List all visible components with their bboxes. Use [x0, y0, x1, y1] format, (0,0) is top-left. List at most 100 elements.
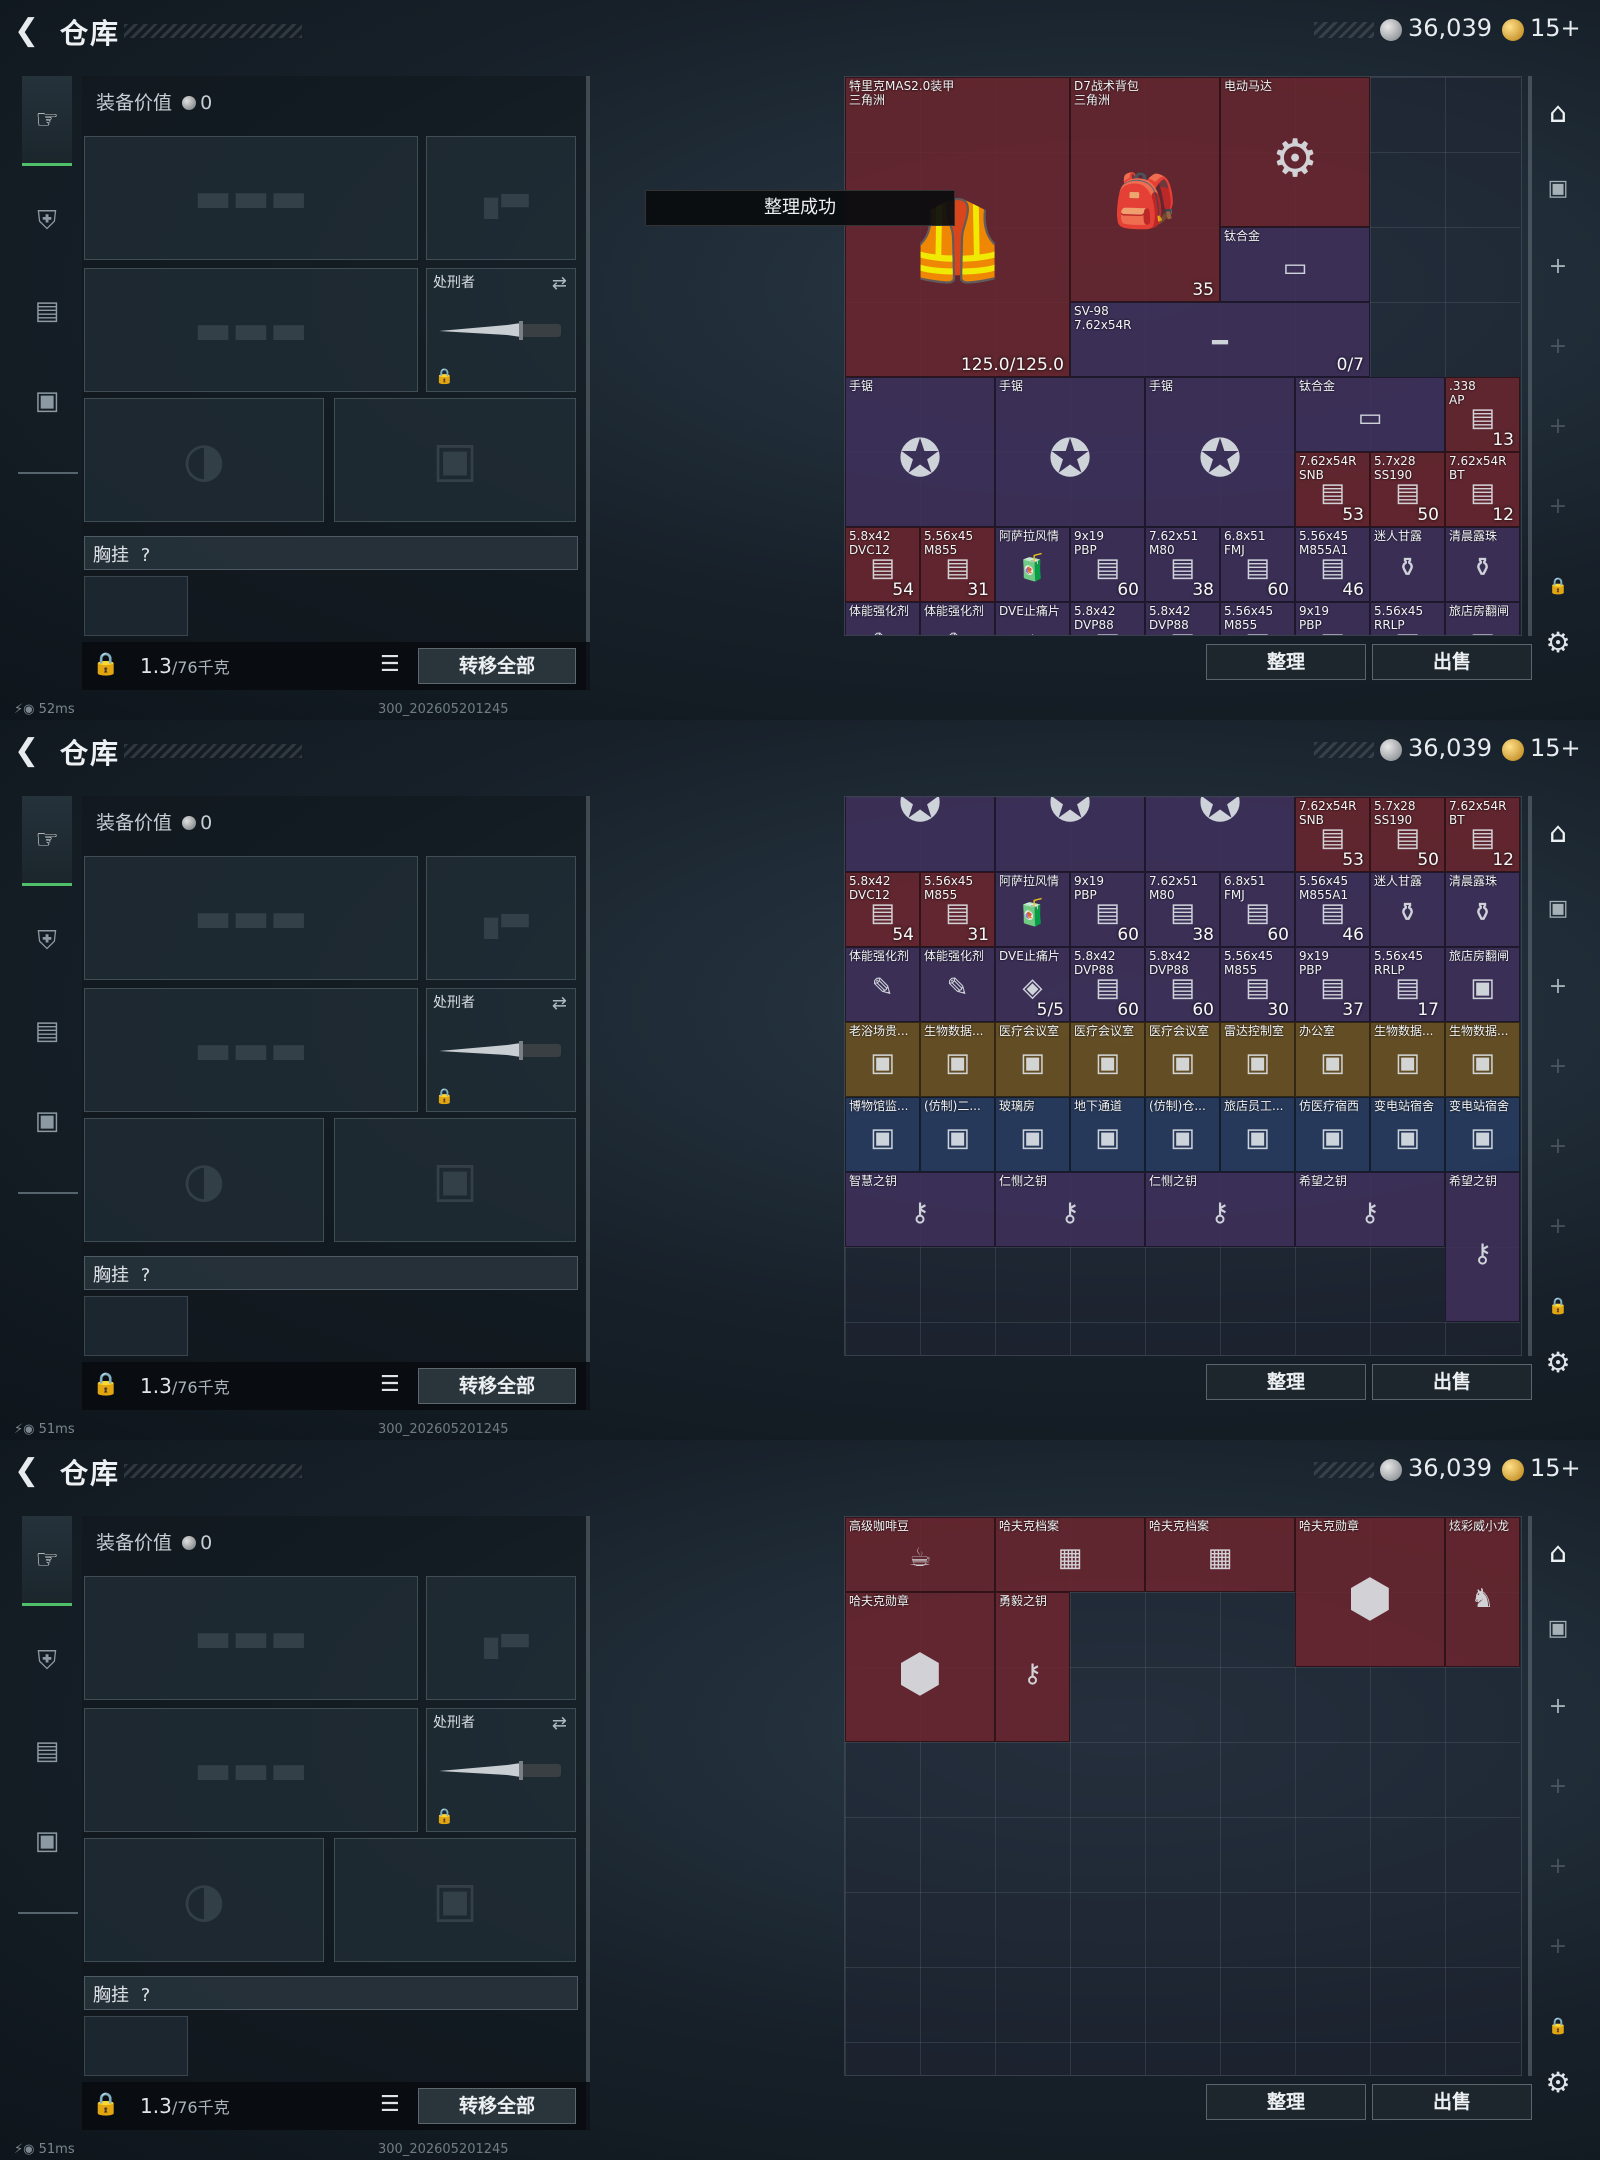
gold-currency-value[interactable]: 15+ — [1530, 1454, 1581, 1482]
inventory-item[interactable]: ✪ 手锯 — [845, 377, 995, 527]
pistol-slot[interactable]: ▗▬ — [426, 136, 576, 260]
inventory-item[interactable]: ⚙ 电动马达 — [1220, 77, 1370, 227]
transfer-all-button[interactable]: 转移全部 — [418, 648, 576, 684]
inventory-item[interactable]: ▤9x19 PBP — [1295, 602, 1370, 635]
gold-currency-value[interactable]: 15+ — [1530, 734, 1581, 762]
storage-tab-iv-icon[interactable]: ▣ — [1538, 896, 1578, 921]
inventory-item[interactable]: ▣ (仿制)仓... — [1145, 1097, 1220, 1172]
inventory-item[interactable]: ▤ 6.8x51 FMJ 60 — [1220, 872, 1295, 947]
helmet-slot[interactable]: ◑ — [84, 398, 324, 522]
primary-weapon-slot[interactable]: ▬▬▬ — [84, 1576, 418, 1700]
chest-rig-item-slot[interactable] — [84, 1296, 188, 1356]
swap-icon[interactable]: ⇄ — [552, 993, 567, 1014]
primary-weapon-slot[interactable]: ▬▬▬ — [84, 856, 418, 980]
inventory-item[interactable]: ⬢ 哈夫克勋章 — [845, 1592, 995, 1742]
help-icon[interactable]: ? — [141, 1265, 151, 1286]
nav-armor-icon[interactable]: ⛨ — [22, 896, 72, 986]
list-icon[interactable]: ☰ — [380, 1372, 400, 1397]
inventory-item[interactable]: ⚷ 仁恻之钥 — [1145, 1172, 1295, 1247]
inventory-item[interactable]: ▤ 7.62x54R BT 12 — [1445, 797, 1520, 872]
gold-currency-value[interactable]: 15+ — [1530, 14, 1581, 42]
nav-case-icon[interactable]: ▣ — [22, 1796, 72, 1886]
inventory-item[interactable]: ▤ 7.62x51 M80 38 — [1145, 872, 1220, 947]
inventory-item[interactable]: ▣ 老浴场贵... — [845, 1022, 920, 1097]
inventory-item[interactable]: ▦ 哈夫克档案 — [995, 1517, 1145, 1592]
settings-gear-icon[interactable]: ⚙ — [1538, 626, 1578, 659]
inventory-item[interactable]: ▦ 哈夫克档案 — [1145, 1517, 1295, 1592]
inventory-item[interactable]: ▣ 旅店房翻闸 — [1445, 947, 1520, 1022]
inventory-item[interactable]: ▤5.56x45 M855 — [1220, 602, 1295, 635]
swap-icon[interactable]: ⇄ — [552, 273, 567, 294]
chest-rig-item-slot[interactable] — [84, 576, 188, 636]
inventory-scrollbar[interactable] — [1528, 76, 1532, 636]
sort-button[interactable]: 整理 — [1206, 2084, 1366, 2120]
inventory-item[interactable]: ▣ 变电站宿舍 — [1370, 1097, 1445, 1172]
inventory-item[interactable]: ▤ 7.62x51 M80 38 — [1145, 527, 1220, 602]
sort-button[interactable]: 整理 — [1206, 644, 1366, 680]
nav-armor-icon[interactable]: ⛨ — [22, 1616, 72, 1706]
helmet-slot[interactable]: ◑ — [84, 1118, 324, 1242]
add-storage-icon[interactable]: + — [1538, 334, 1578, 359]
inventory-item[interactable]: ⚷ 仁恻之钥 — [995, 1172, 1145, 1247]
inventory-item[interactable]: ▤ 6.8x51 FMJ 60 — [1220, 527, 1295, 602]
inventory-item[interactable]: 🧃 阿萨拉风情 — [995, 872, 1070, 947]
chest-rig-slot[interactable]: 胸挂 ? — [84, 536, 578, 570]
inventory-item[interactable]: ▣ 医疗会议室 — [1145, 1022, 1220, 1097]
helmet-slot[interactable]: ◑ — [84, 1838, 324, 1962]
pistol-slot[interactable]: ▗▬ — [426, 1576, 576, 1700]
chest-rig-slot[interactable]: 胸挂 ? — [84, 1976, 578, 2010]
inventory-item[interactable]: ✪ — [995, 797, 1145, 872]
back-arrow-icon[interactable]: ❮ — [14, 14, 48, 48]
inventory-item[interactable]: ▤ 7.62x54R BT 12 — [1445, 452, 1520, 527]
inventory-item[interactable]: ⬢ 哈夫克勋章 — [1295, 1517, 1445, 1667]
storage-tab-home-icon[interactable]: ⌂ — [1538, 816, 1578, 849]
swap-icon[interactable]: ⇄ — [552, 1713, 567, 1734]
inventory-item[interactable]: ▣ 医疗会议室 — [995, 1022, 1070, 1097]
inventory-item[interactable]: ⚷ 希望之钥 — [1445, 1172, 1520, 1322]
inventory-item[interactable]: ▣ 玻璃房 — [995, 1097, 1070, 1172]
inventory-item[interactable]: ⚱ 清晨露珠 — [1445, 872, 1520, 947]
lock-icon[interactable]: 🔒 — [1538, 2016, 1578, 2035]
inventory-item[interactable]: ━ SV-98 7.62x54R 0/7 — [1070, 302, 1370, 377]
primary-weapon-slot[interactable]: ▬▬▬ — [84, 136, 418, 260]
secondary-weapon-slot[interactable]: ▬▬▬ — [84, 988, 418, 1112]
help-icon[interactable]: ? — [141, 545, 151, 566]
lock-icon[interactable]: 🔒 — [92, 652, 119, 677]
storage-tab-home-icon[interactable]: ⌂ — [1538, 1536, 1578, 1569]
add-storage-icon[interactable]: + — [1538, 494, 1578, 519]
add-storage-icon[interactable]: + — [1538, 1214, 1578, 1239]
inventory-item[interactable]: ☕ 高级咖啡豆 — [845, 1517, 995, 1592]
inventory-item[interactable]: ▤ 5.8x42 DVC12 54 — [845, 527, 920, 602]
transfer-all-button[interactable]: 转移全部 — [418, 1368, 576, 1404]
inventory-item[interactable]: ⚷ 勇毅之钥 — [995, 1592, 1070, 1742]
inventory-item[interactable]: ▤ 5.56x45 RRLP 17 — [1370, 947, 1445, 1022]
inventory-item[interactable]: ✪ — [1145, 797, 1295, 872]
lock-icon[interactable]: 🔒 — [92, 2092, 119, 2117]
inventory-item[interactable]: ▣ 地下通道 — [1070, 1097, 1145, 1172]
storage-tab-iv-icon[interactable]: ▣ — [1538, 176, 1578, 201]
add-storage-icon[interactable]: + — [1538, 1134, 1578, 1159]
inventory-item[interactable]: ⚱ 清晨露珠 — [1445, 527, 1520, 602]
inventory-item[interactable]: ▤ 9x19 PBP 37 — [1295, 947, 1370, 1022]
inventory-item[interactable]: ⚷ 希望之钥 — [1295, 1172, 1445, 1247]
sell-button[interactable]: 出售 — [1372, 1364, 1532, 1400]
nav-weapons-icon[interactable]: ☞ — [22, 76, 72, 166]
inventory-item[interactable]: ▭ 钛合金 — [1220, 227, 1370, 302]
inventory-item[interactable]: ▤ 7.62x54R SNB 53 — [1295, 797, 1370, 872]
inventory-item[interactable]: ▤ .338 AP 13 — [1445, 377, 1520, 452]
inventory-item[interactable]: ▣ 变电站宿舍 — [1445, 1097, 1520, 1172]
inventory-item[interactable]: ▣ 医疗会议室 — [1070, 1022, 1145, 1097]
melee-slot[interactable]: 处刑者 ⇄ 🔒 — [426, 1708, 576, 1832]
nav-case-icon[interactable]: ▣ — [22, 356, 72, 446]
inventory-item[interactable]: ✎ 体能强化剂 — [845, 602, 920, 635]
inventory-item[interactable]: ▤5.8x42 DVP88 — [1070, 602, 1145, 635]
body-armor-slot[interactable]: ▣ — [334, 1838, 576, 1962]
inventory-scrollbar[interactable] — [1528, 1516, 1532, 2076]
nav-weapons-icon[interactable]: ☞ — [22, 796, 72, 886]
lock-icon[interactable]: 🔒 — [1538, 576, 1578, 595]
settings-gear-icon[interactable]: ⚙ — [1538, 2066, 1578, 2099]
add-storage-icon[interactable]: + — [1538, 1694, 1578, 1719]
sort-button[interactable]: 整理 — [1206, 1364, 1366, 1400]
inventory-item[interactable]: ▣ 生物数据... — [1370, 1022, 1445, 1097]
inventory-item[interactable]: 🦺 特里克MAS2.0装甲 三角洲 125.0/125.0 — [845, 77, 1070, 377]
